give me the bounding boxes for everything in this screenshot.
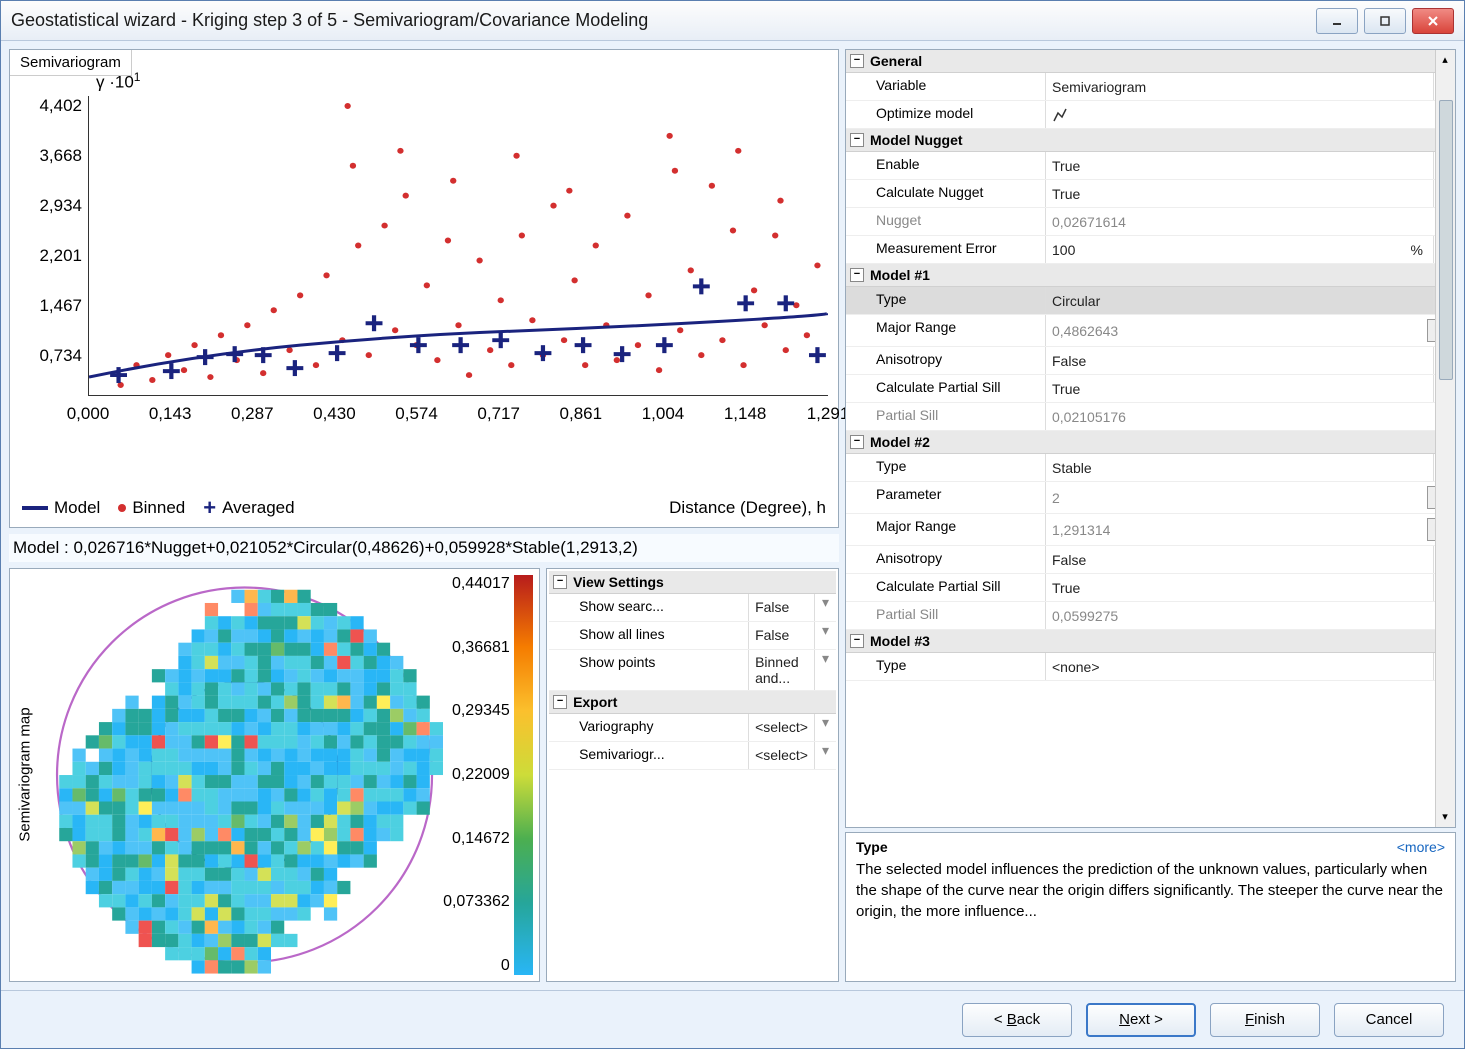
y-axis-label: γ ·101 xyxy=(96,70,140,93)
legend-avg-mark: + xyxy=(203,495,216,521)
titlebar: Geostatistical wizard - Kriging step 3 o… xyxy=(1,1,1464,41)
legend-model-mark xyxy=(22,506,48,510)
collapse-icon[interactable]: − xyxy=(850,435,864,449)
collapse-icon[interactable]: − xyxy=(850,268,864,282)
legend-binned-mark xyxy=(118,504,126,512)
model2-anisotropy-dropdown[interactable]: False xyxy=(1046,546,1433,573)
collapse-icon[interactable]: − xyxy=(553,575,567,589)
scroll-thumb[interactable] xyxy=(1439,100,1453,380)
chevron-down-icon[interactable]: ▾ xyxy=(814,594,836,621)
show-points-dropdown[interactable]: Binned and... xyxy=(749,650,814,690)
footer: < Back Next > Finish Cancel xyxy=(1,990,1464,1048)
help-panel: Type<more> The selected model influences… xyxy=(845,832,1456,982)
map-label: Semivariogram map xyxy=(17,708,34,842)
legend: Model Binned +Averaged Distance (Degree)… xyxy=(10,489,838,527)
model2-parameter[interactable]: 2🖩 xyxy=(1046,482,1455,513)
semivariogram-map: Semivariogram map 0,440170,366810,2934 xyxy=(9,568,540,982)
help-text: The selected model influences the predic… xyxy=(856,859,1445,922)
show-lines-dropdown[interactable]: False xyxy=(749,622,814,649)
model1-major-range[interactable]: 0,4862643🖩 xyxy=(1046,315,1455,346)
back-button[interactable]: < Back xyxy=(962,1003,1072,1037)
semivariogram-chart: Semivariogram γ ·101 4,402 3,668 2,934 2… xyxy=(9,49,839,528)
scroll-up-icon[interactable]: ▴ xyxy=(1435,50,1455,70)
next-button[interactable]: Next > xyxy=(1086,1003,1196,1037)
chevron-down-icon[interactable]: ▾ xyxy=(814,714,836,741)
colorbar: 0,440170,366810,29345 0,220090,146720,07… xyxy=(443,575,533,975)
help-more-link[interactable]: <more> xyxy=(1397,839,1445,855)
maximize-button[interactable] xyxy=(1364,8,1406,34)
nugget-value: 0,02671614 xyxy=(1046,208,1455,235)
nugget-enable-dropdown[interactable]: True xyxy=(1046,152,1433,179)
variable-dropdown[interactable]: Semivariogram xyxy=(1046,73,1433,100)
variography-dropdown[interactable]: <select> xyxy=(749,714,814,741)
map-canvas[interactable] xyxy=(46,575,443,975)
model1-partial-sill: 0,02105176 xyxy=(1046,403,1455,430)
model3-type-dropdown[interactable]: <none> xyxy=(1046,653,1433,680)
measurement-error-field[interactable]: 100% xyxy=(1046,236,1433,263)
scrollbar[interactable]: ▴ ▾ xyxy=(1435,50,1455,827)
minimize-button[interactable] xyxy=(1316,8,1358,34)
model-formula: Model : 0,026716*Nugget+0,021052*Circula… xyxy=(9,534,839,562)
model1-anisotropy-dropdown[interactable]: False xyxy=(1046,347,1433,374)
model1-type-dropdown[interactable]: Circular xyxy=(1046,287,1433,314)
model2-cps-dropdown[interactable]: True xyxy=(1046,574,1433,601)
collapse-icon[interactable]: − xyxy=(850,54,864,68)
model2-major-range[interactable]: 1,291314🖩 xyxy=(1046,514,1455,545)
chevron-down-icon[interactable]: ▾ xyxy=(814,622,836,649)
model2-type-dropdown[interactable]: Stable xyxy=(1046,454,1433,481)
optimize-model-button[interactable] xyxy=(1046,101,1455,128)
scroll-down-icon[interactable]: ▾ xyxy=(1435,807,1455,827)
x-axis-label: Distance (Degree), h xyxy=(669,498,826,518)
plot-canvas[interactable] xyxy=(88,96,828,396)
y-ticks: 4,402 3,668 2,934 2,201 1,467 0,734 xyxy=(22,96,82,396)
collapse-icon[interactable]: − xyxy=(850,133,864,147)
chevron-down-icon[interactable]: ▾ xyxy=(814,650,836,690)
collapse-icon[interactable]: − xyxy=(553,695,567,709)
property-grid: −General VariableSemivariogram▾ Optimize… xyxy=(845,49,1456,828)
x-ticks: 0,000 0,143 0,287 0,430 0,574 0,717 0,86… xyxy=(88,404,828,428)
show-search-dropdown[interactable]: False xyxy=(749,594,814,621)
model2-partial-sill: 0,0599275 xyxy=(1046,602,1455,629)
dialog-window: Geostatistical wizard - Kriging step 3 o… xyxy=(0,0,1465,1049)
model1-cps-dropdown[interactable]: True xyxy=(1046,375,1433,402)
semivariogram-export-dropdown[interactable]: <select> xyxy=(749,742,814,769)
close-button[interactable] xyxy=(1412,8,1454,34)
cancel-button[interactable]: Cancel xyxy=(1334,1003,1444,1037)
window-title: Geostatistical wizard - Kriging step 3 o… xyxy=(11,10,1316,31)
help-title: Type xyxy=(856,839,1397,855)
collapse-icon[interactable]: − xyxy=(850,634,864,648)
finish-button[interactable]: Finish xyxy=(1210,1003,1320,1037)
chevron-down-icon[interactable]: ▾ xyxy=(814,742,836,769)
view-settings-panel: −View Settings Show searc...False▾ Show … xyxy=(546,568,839,982)
calc-nugget-dropdown[interactable]: True xyxy=(1046,180,1433,207)
